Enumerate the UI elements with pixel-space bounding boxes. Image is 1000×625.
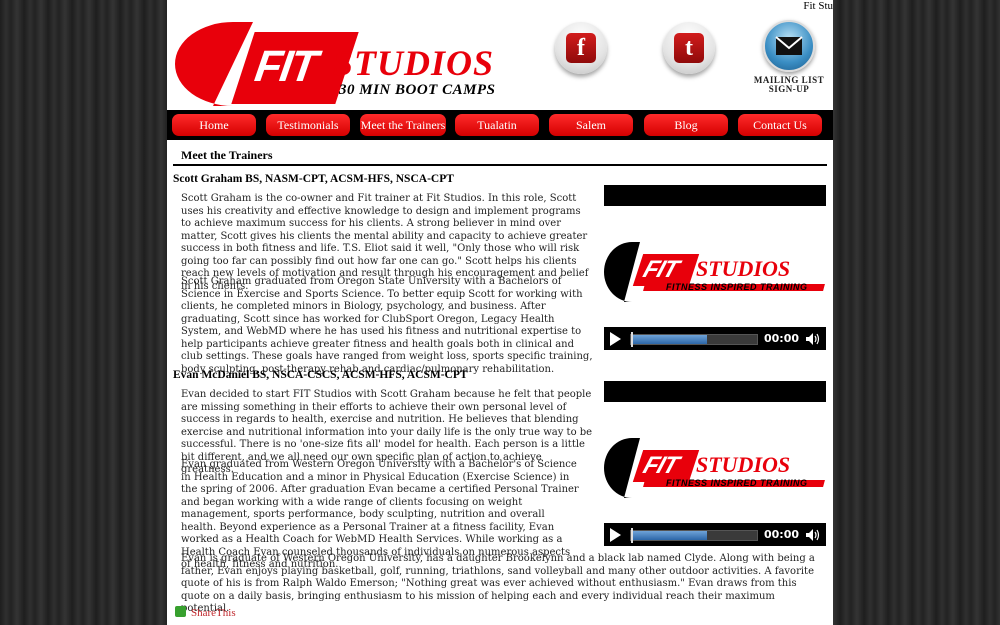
- video-logo-sub: FITNESS INSPIRED TRAINING: [666, 478, 808, 488]
- trainer-name-scott: Scott Graham BS, NASM-CPT, ACSM-HFS, NSC…: [173, 173, 454, 185]
- trainer-bio-evan-3: Evan is graduate of Western Oregon Unive…: [181, 553, 815, 614]
- nav-blog[interactable]: Blog: [644, 114, 728, 136]
- sharethis-link[interactable]: ShareThis: [175, 606, 236, 619]
- progress-knob[interactable]: [631, 332, 633, 347]
- trainer-name-evan: Evan McDaniel BS, NSCA-CSCS, ACSM-HFS, A…: [173, 369, 468, 381]
- video-top-bar: [604, 185, 826, 206]
- twitter-icon: t: [674, 33, 704, 63]
- video-player-evan[interactable]: FIT STUDIOS FITNESS INSPIRED TRAINING 00…: [604, 381, 826, 546]
- page: Fit Stu FIT STUDIOS 30 MIN BOOT CAMPS f …: [167, 0, 833, 625]
- play-icon[interactable]: [610, 332, 621, 346]
- video-top-bar: [604, 381, 826, 402]
- video-screen[interactable]: FIT STUDIOS FITNESS INSPIRED TRAINING: [604, 402, 826, 523]
- video-progress-bar[interactable]: [630, 528, 758, 543]
- nav-testimonials[interactable]: Testimonials: [266, 114, 350, 136]
- page-title: Meet the Trainers: [181, 148, 273, 162]
- video-timecode: 00:00: [764, 332, 800, 345]
- facebook-icon: f: [566, 33, 596, 63]
- logo-studios-text: STUDIOS: [333, 43, 495, 83]
- facebook-button[interactable]: f: [552, 22, 610, 84]
- video-controls: 00:00: [604, 327, 826, 350]
- video-logo-sub: FITNESS INSPIRED TRAINING: [666, 282, 808, 292]
- logo-tagline: 30 MIN BOOT CAMPS: [339, 82, 496, 98]
- trainer-bio-scott-2: Scott Graham graduated from Oregon State…: [181, 276, 593, 375]
- nav-home[interactable]: Home: [172, 114, 256, 136]
- nav-salem[interactable]: Salem: [549, 114, 633, 136]
- progress-knob[interactable]: [631, 528, 633, 543]
- play-icon[interactable]: [610, 528, 621, 542]
- title-divider: [173, 164, 827, 166]
- video-screen[interactable]: FIT STUDIOS FITNESS INSPIRED TRAINING: [604, 206, 826, 327]
- video-logo-fit-text: FIT: [639, 452, 682, 479]
- mailing-signup-label: SIGN-UP: [768, 84, 810, 94]
- logo-fit-text: FIT: [251, 42, 320, 91]
- twitter-button[interactable]: t: [660, 22, 718, 84]
- share-icon: [175, 606, 186, 617]
- video-logo-studios: STUDIOS: [696, 256, 791, 281]
- video-progress-bar[interactable]: [630, 332, 758, 347]
- nav-meet-the-trainers[interactable]: Meet the Trainers: [360, 114, 446, 136]
- share-label: ShareThis: [191, 607, 236, 619]
- video-logo-fit-text: FIT: [639, 256, 682, 283]
- video-logo-studios: STUDIOS: [696, 452, 791, 477]
- video-controls: 00:00: [604, 523, 826, 546]
- envelope-icon: [775, 36, 803, 55]
- volume-icon[interactable]: [806, 333, 820, 345]
- nav-tualatin[interactable]: Tualatin: [455, 114, 539, 136]
- video-player-scott[interactable]: FIT STUDIOS FITNESS INSPIRED TRAINING 00…: [604, 185, 826, 350]
- nav-contact-us[interactable]: Contact Us: [738, 114, 822, 136]
- main-nav: Home Testimonials Meet the Trainers Tual…: [167, 110, 833, 140]
- mailing-list-button[interactable]: MAILING LIST SIGN-UP: [745, 20, 833, 94]
- video-timecode: 00:00: [764, 528, 800, 541]
- fit-studios-logo[interactable]: FIT STUDIOS 30 MIN BOOT CAMPS: [173, 18, 503, 110]
- volume-icon[interactable]: [806, 529, 820, 541]
- site-header: FIT STUDIOS 30 MIN BOOT CAMPS f t MAILIN…: [167, 0, 833, 110]
